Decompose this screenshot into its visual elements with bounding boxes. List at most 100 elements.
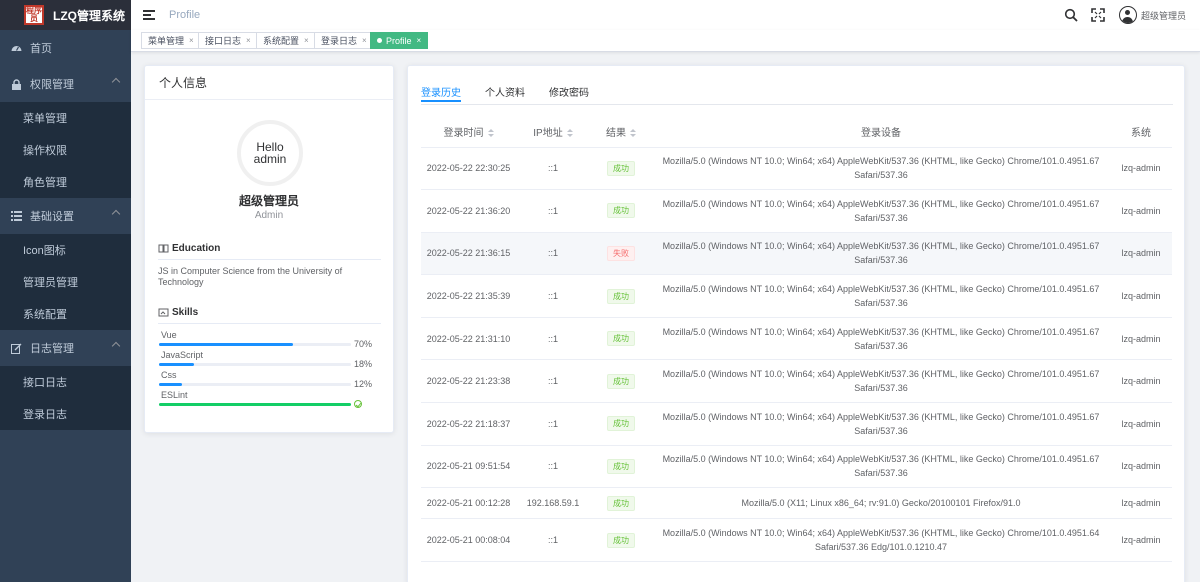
ip-address: ::1 [516,518,590,562]
skill-progress [159,383,351,386]
login-time: 2022-05-21 00:12:28 [421,487,516,520]
sidebar-subitem[interactable]: 菜单管理 [0,102,131,134]
close-icon[interactable]: × [189,36,194,45]
submenu: 接口日志 登录日志 [0,366,131,430]
tag-4[interactable]: Profile × [370,32,429,49]
result-cell: 成功 [590,445,652,489]
table-row[interactable]: 2022-05-22 21:36:15::1 失败 Mozilla/5.0 (Win… [421,232,1172,276]
hamburger-icon[interactable] [143,10,155,20]
result-cell: 成功 [590,317,652,361]
sidebar-subitem[interactable]: 系统配置 [0,298,131,330]
tag-2[interactable]: 系统配置 × [256,32,316,49]
table-row[interactable]: 2022-05-22 22:30:25::1 成功 Mozilla/5.0 (Win… [421,147,1172,191]
user-name[interactable]: 超级管理员 [1141,9,1186,22]
sidebar-subitem[interactable]: 操作权限 [0,134,131,166]
tab-2[interactable]: 修改密码 [549,84,589,102]
table-row[interactable]: 2022-05-21 00:12:28 192.168.59.1 成功 Mozilla… [421,487,1172,520]
status-badge: 成功 [607,160,635,176]
account-card: 登录历史 个人资料 修改密码 登录时间 IP地址 结果 登录设备 系统 2022-05-22… [407,65,1185,582]
chevron-up-icon [111,341,121,351]
tabs-divider [421,104,1173,105]
result-cell: 失败 [590,232,652,276]
column-header[interactable]: IP地址 [516,116,590,148]
divider [158,323,381,324]
system-name: lzq-admin [1110,487,1172,520]
sidebar-item-0[interactable]: 首页 [0,30,131,66]
status-badge: 成功 [607,203,635,219]
tag-label: 系统配置 [263,36,300,46]
sidebar-subitem[interactable]: 角色管理 [0,166,131,198]
user-avatar[interactable] [1118,6,1137,24]
sidebar-subitem[interactable]: 登录日志 [0,398,131,430]
breadcrumb[interactable]: Profile [169,9,200,21]
tag-3[interactable]: 登录日志 × [314,32,374,49]
column-header-label: IP地址 [533,127,563,139]
column-header: 登录设备 [652,116,1110,148]
table-row[interactable]: 2022-05-22 21:18:37::1 成功 Mozilla/5.0 (Win… [421,402,1172,446]
system-name: lzq-admin [1110,402,1172,446]
sidebar-subitem[interactable]: Icon图标 [0,234,131,266]
sidebar-subitem[interactable]: 管理员管理 [0,266,131,298]
sidebar-item-2[interactable]: 基础设置 [0,198,131,234]
sidebar-item-3[interactable]: 日志管理 [0,330,131,366]
table-header: 登录时间 IP地址 结果 登录设备 系统 [421,116,1172,148]
sidebar-menu: 首页权限管理菜单管理 操作权限 角色管理 基础设置 Icon图标 管理员管理 系统配置 日志管… [0,30,131,430]
profile-name: 超级管理员 [238,194,299,208]
tag-label: Profile [386,35,412,46]
tag-1[interactable]: 接口日志 × [198,32,258,49]
tab-1[interactable]: 个人资料 [485,84,525,102]
system-name: lzq-admin [1110,189,1172,233]
chevron-up-icon [111,77,121,87]
result-cell: 成功 [590,402,652,446]
table-row[interactable]: 2022-05-21 09:51:54::1 成功 Mozilla/5.0 (Win… [421,445,1172,489]
close-icon[interactable]: × [304,36,309,45]
skills-title: Skills [158,307,198,318]
close-icon[interactable]: × [246,36,251,45]
sort-icon[interactable] [630,128,636,138]
dashboard-icon [10,42,22,54]
login-device: Mozilla/5.0 (Windows NT 10.0; Win64; x64… [652,274,1110,318]
sidebar-item-1[interactable]: 权限管理 [0,66,131,102]
table-row[interactable]: 2022-05-22 21:35:39::1 成功 Mozilla/5.0 (Win… [421,274,1172,318]
system-name: lzq-admin [1110,232,1172,276]
result-cell: 成功 [590,487,652,520]
login-time: 2022-05-22 22:30:25 [421,147,516,191]
login-time: 2022-05-21 00:08:04 [421,518,516,562]
column-header[interactable]: 登录时间 [421,116,516,148]
sidebar-item-label: 首页 [30,43,52,55]
result-cell: 成功 [590,359,652,404]
table-body: 2022-05-22 22:30:25::1 成功 Mozilla/5.0 (Win… [421,147,1172,562]
table-row[interactable]: 2022-05-22 21:31:10::1 成功 Mozilla/5.0 (Win… [421,317,1172,361]
logo: 程序员 [24,5,44,25]
login-time: 2022-05-22 21:35:39 [421,274,516,318]
result-cell: 成功 [590,147,652,191]
table-row[interactable]: 2022-05-22 21:36:20::1 成功 Mozilla/5.0 (Win… [421,189,1172,233]
logo-bar[interactable]: 程序员 LZQ管理系统 [0,0,131,30]
sidebar: 程序员 LZQ管理系统 首页权限管理菜单管理 操作权限 角色管理 基础设置 Icon图标… [0,0,131,582]
system-name: lzq-admin [1110,359,1172,404]
table-row[interactable]: 2022-05-21 00:08:04::1 成功 Mozilla/5.0 (Win… [421,518,1172,562]
sidebar-subitem[interactable]: 接口日志 [0,366,131,398]
skill-percent: 70% [354,339,373,349]
status-badge: 成功 [607,495,635,511]
sort-icon[interactable] [487,128,494,138]
tag-0[interactable]: 菜单管理 × [141,32,201,49]
result-cell: 成功 [590,189,652,233]
sidebar-item-label: 权限管理 [30,79,74,91]
fullscreen-icon[interactable] [1091,8,1105,22]
submenu: 菜单管理 操作权限 角色管理 [0,102,131,198]
login-device: Mozilla/5.0 (Windows NT 10.0; Win64; x64… [652,359,1110,404]
close-icon[interactable]: × [362,36,367,45]
login-time: 2022-05-21 09:51:54 [421,445,516,489]
result-cell: 成功 [590,518,652,562]
status-badge: 成功 [607,331,635,347]
table-row[interactable]: 2022-05-22 21:23:38::1 成功 Mozilla/5.0 (Win… [421,359,1172,404]
system-name: lzq-admin [1110,147,1172,191]
search-icon[interactable] [1064,8,1078,22]
column-header[interactable]: 结果 [590,116,652,148]
navbar: Profile 超级管理员 [131,0,1200,30]
sort-icon[interactable] [566,128,573,138]
close-icon[interactable]: × [417,36,422,45]
tab-0[interactable]: 登录历史 [421,84,461,102]
status-badge: 成功 [607,532,635,548]
